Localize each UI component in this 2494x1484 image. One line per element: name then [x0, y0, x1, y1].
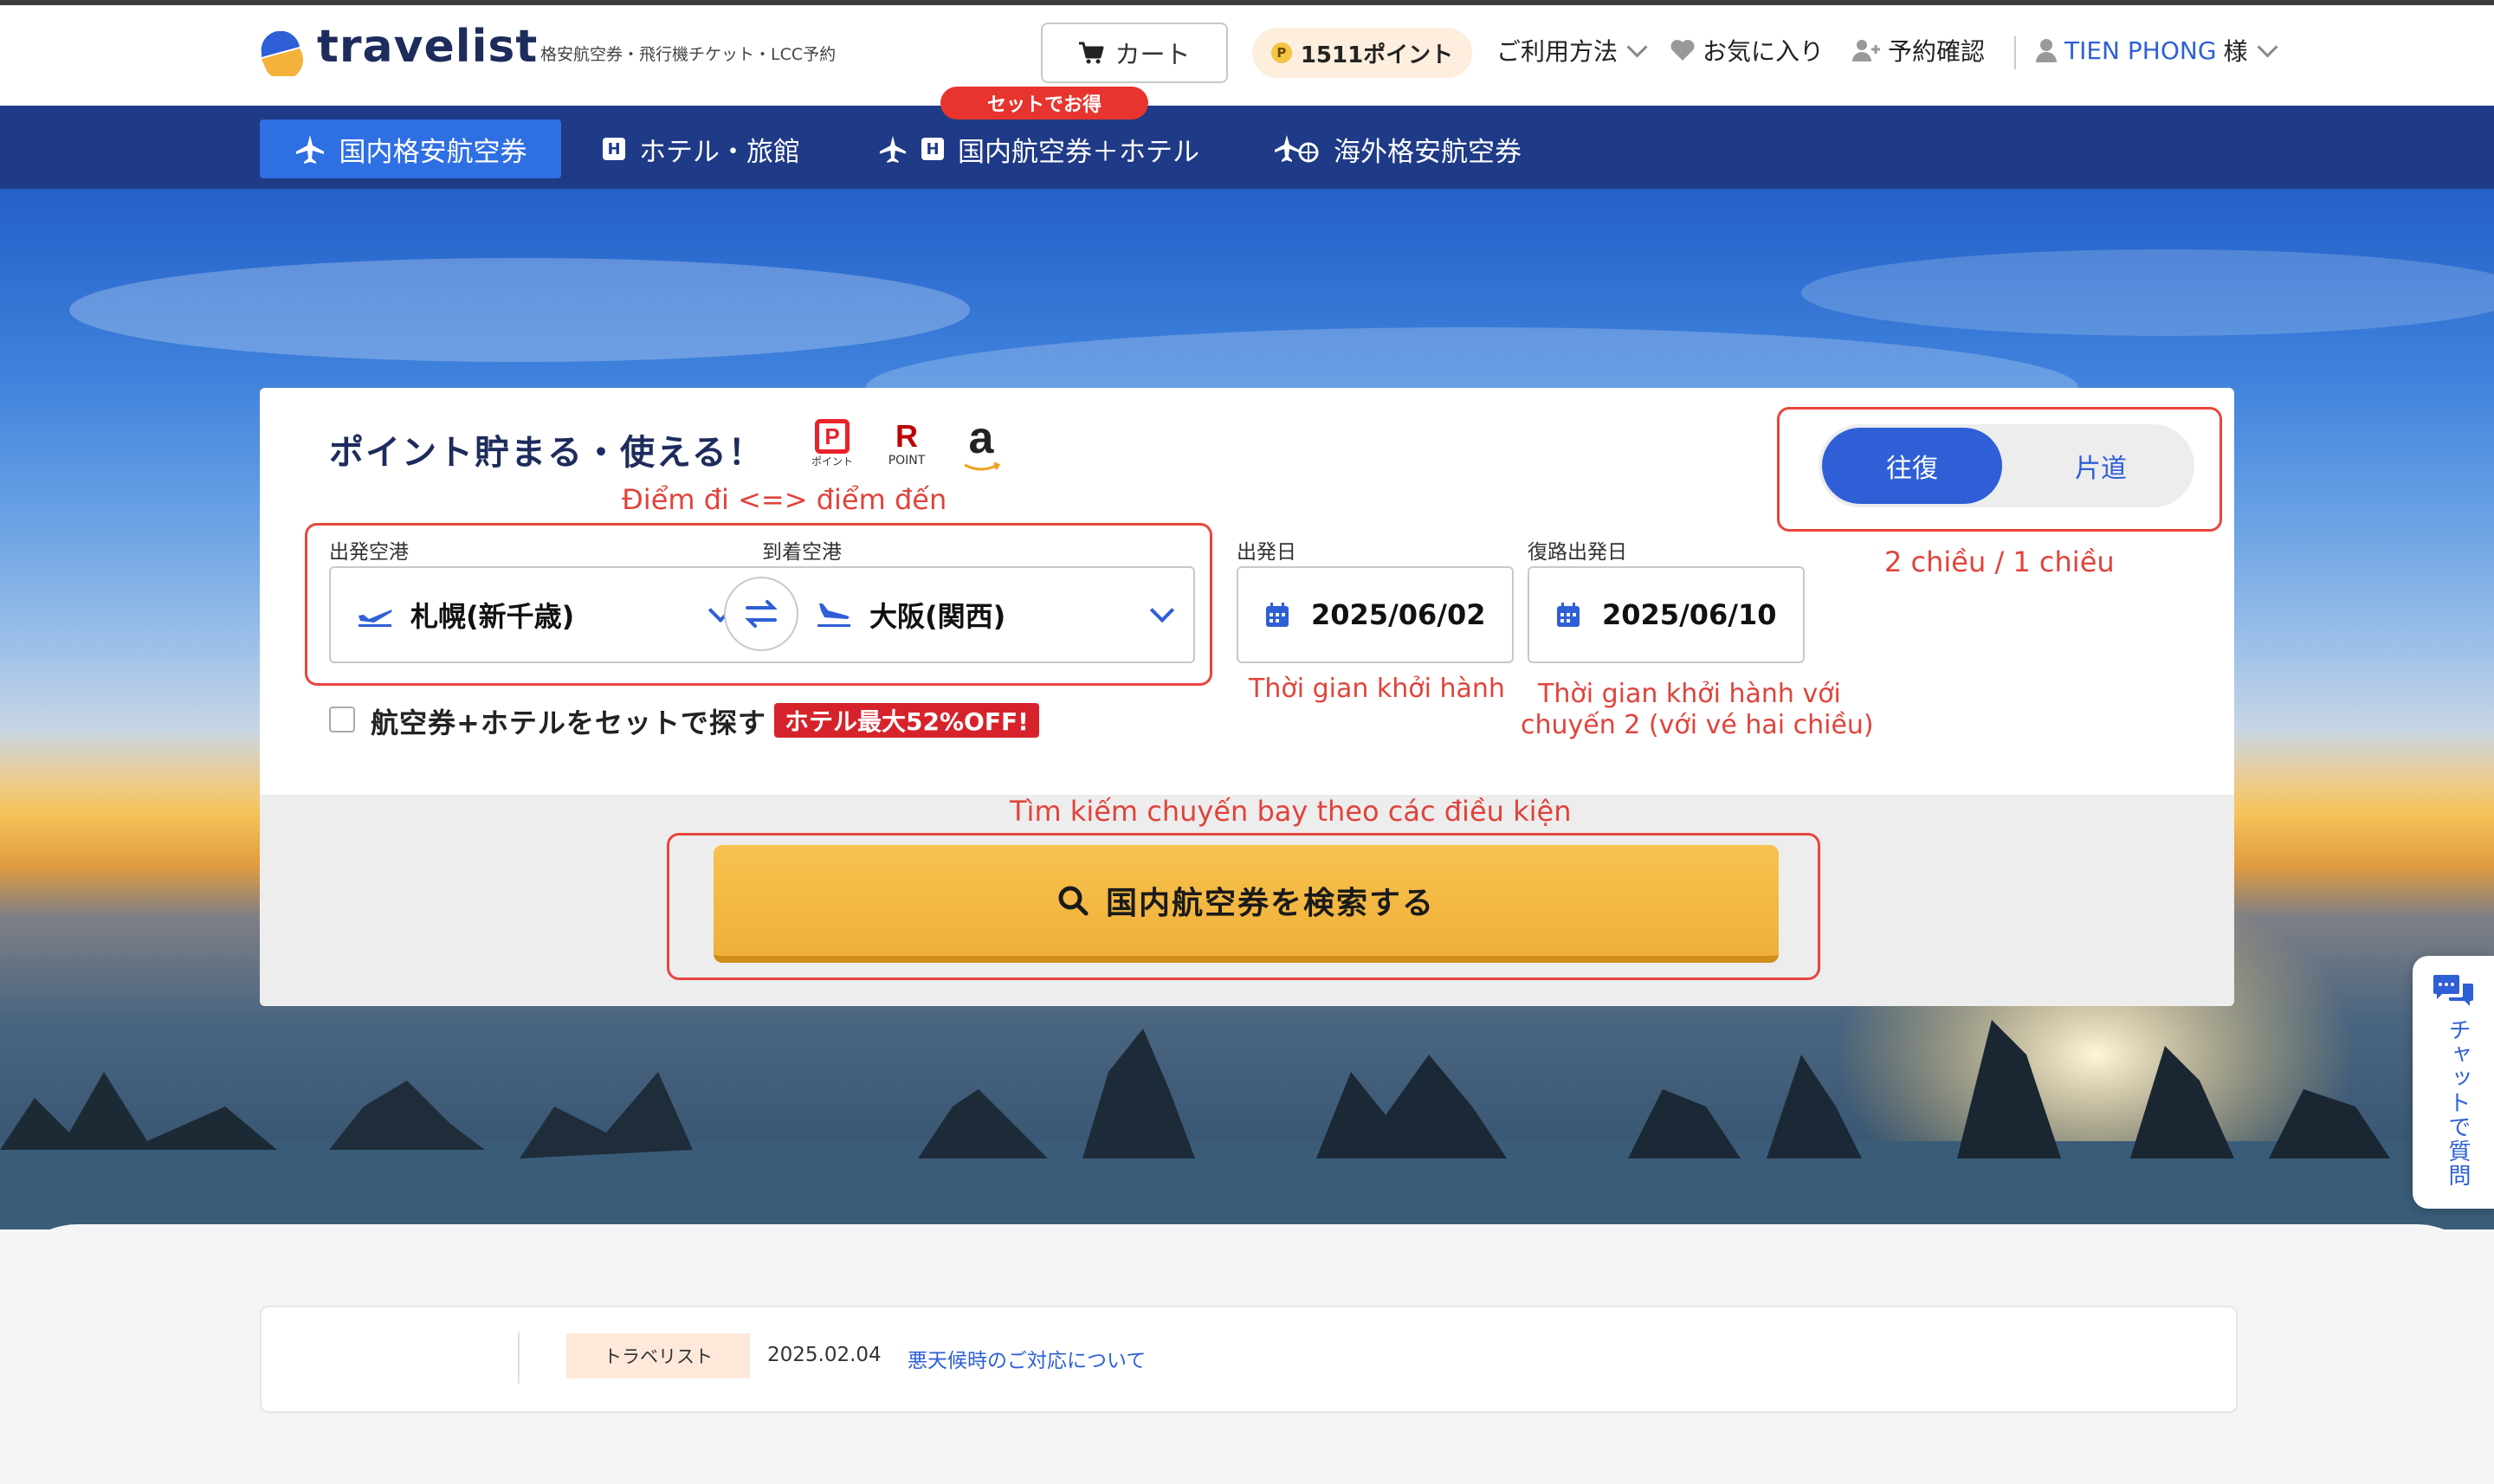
calendar-icon [1557, 603, 1580, 627]
rakuten-point-logo: R POINT [888, 418, 926, 468]
cart-icon [1079, 42, 1104, 64]
points-promo-text: ポイント貯まる・使える！ [329, 433, 765, 473]
favorites-label: お気に入り [1703, 37, 1825, 66]
usage-label: ご利用方法 [1496, 37, 1619, 66]
depart-date-label: 出発日 [1237, 541, 1296, 564]
annotation-return-date-note-2: chuyến 2 (với vé hai chiều) [1521, 710, 1874, 740]
annotation-depart-date-note: Thời gian khởi hành [1249, 674, 1505, 704]
points-coin-icon: P [1270, 42, 1292, 63]
annotation-airports-note: Điểm đi <=> điểm đến [622, 483, 947, 516]
booking-check-link[interactable]: 予約確認 [1851, 33, 1985, 68]
tab-domestic-flights[interactable]: 国内格安航空券 [260, 119, 561, 178]
points-label: 1511ポイント [1300, 42, 1454, 68]
tab-label: 国内航空券＋ホテル [958, 136, 1199, 168]
chat-label: チャットで質問 [2445, 1018, 2471, 1188]
return-date-value: 2025/06/10 [1602, 598, 1777, 631]
logo-tagline: 格安航空券・飛行機チケット・LCC予約 [540, 45, 837, 64]
news-link[interactable]: 悪天候時のご対応について [908, 1344, 1146, 1373]
cart-button[interactable]: カート [1041, 23, 1228, 83]
logo-text[interactable]: travelist [317, 21, 538, 73]
chevron-down-icon [1626, 35, 1648, 58]
cart-label: カート [1115, 40, 1191, 69]
annotation-return-date-note-1: Thời gian khởi hành với [1538, 679, 1841, 709]
return-date-label: 復路出発日 [1528, 541, 1627, 564]
annotation-search-box [667, 833, 1820, 980]
calendar-icon [1266, 603, 1289, 627]
hotel-discount-badge: ホテル最大52%OFF! [774, 703, 1039, 738]
airplane-icon [295, 135, 324, 164]
user-suffix: 様 [2223, 37, 2248, 66]
annotation-airports-box [305, 523, 1212, 686]
header-divider [2014, 36, 2016, 69]
logo-icon[interactable] [258, 31, 303, 76]
airplane-globe-icon [1275, 135, 1319, 163]
chat-bubble-icon [2433, 975, 2473, 1006]
tab-flight-hotel[interactable]: H 国内航空券＋ホテル [878, 119, 1199, 178]
tab-label: 国内格安航空券 [339, 136, 527, 168]
return-date-picker[interactable]: 2025/06/10 [1528, 566, 1805, 663]
points-badge[interactable]: P 1511ポイント [1252, 28, 1472, 78]
depart-date-value: 2025/06/02 [1311, 598, 1486, 631]
flight-hotel-combo-label[interactable]: 航空券+ホテルをセットで探す [371, 701, 766, 741]
usage-menu[interactable]: ご利用方法 [1496, 33, 1648, 68]
set-deal-badge: セットでお得 [940, 87, 1148, 119]
booking-check-label: 予約確認 [1888, 37, 1986, 66]
favorites-link[interactable]: お気に入り [1670, 33, 1824, 68]
tab-label: ホテル・旅館 [639, 136, 800, 168]
annotation-search-note: Tìm kiếm chuyến bay theo các điều kiện [1010, 795, 1572, 828]
news-divider [518, 1332, 520, 1384]
user-menu[interactable]: TIEN PHONG 様 [2035, 33, 2278, 68]
news-source-tag: トラベリスト [566, 1333, 750, 1378]
heart-icon [1670, 40, 1695, 61]
flight-hotel-combo-checkbox[interactable] [329, 707, 355, 732]
hotel-icon: H [921, 138, 944, 160]
amazon-logo: a [959, 416, 1003, 476]
tab-international-flights[interactable]: 海外格安航空券 [1273, 119, 1522, 178]
annotation-trip-type-note: 2 chiều / 1 chiều [1884, 545, 2115, 578]
chevron-down-icon [2257, 35, 2278, 58]
news-date: 2025.02.04 [767, 1344, 882, 1366]
annotation-trip-type-box [1777, 407, 2222, 532]
user-name: TIEN PHONG [2064, 35, 2217, 65]
depart-date-picker[interactable]: 2025/06/02 [1237, 566, 1514, 663]
tab-hotels[interactable]: H ホテル・旅館 [603, 119, 800, 178]
airplane-icon [879, 135, 907, 164]
tab-label: 海外格安航空券 [1334, 136, 1522, 168]
hotel-icon: H [603, 138, 625, 160]
user-icon [2036, 39, 2057, 62]
paypay-logo: P ポイント [811, 419, 854, 476]
user-add-icon [1852, 40, 1880, 61]
chat-support-tab[interactable]: チャットで質問 [2413, 956, 2494, 1209]
news-panel: トラベリスト 2025.02.04 悪天候時のご対応について [260, 1306, 2238, 1413]
